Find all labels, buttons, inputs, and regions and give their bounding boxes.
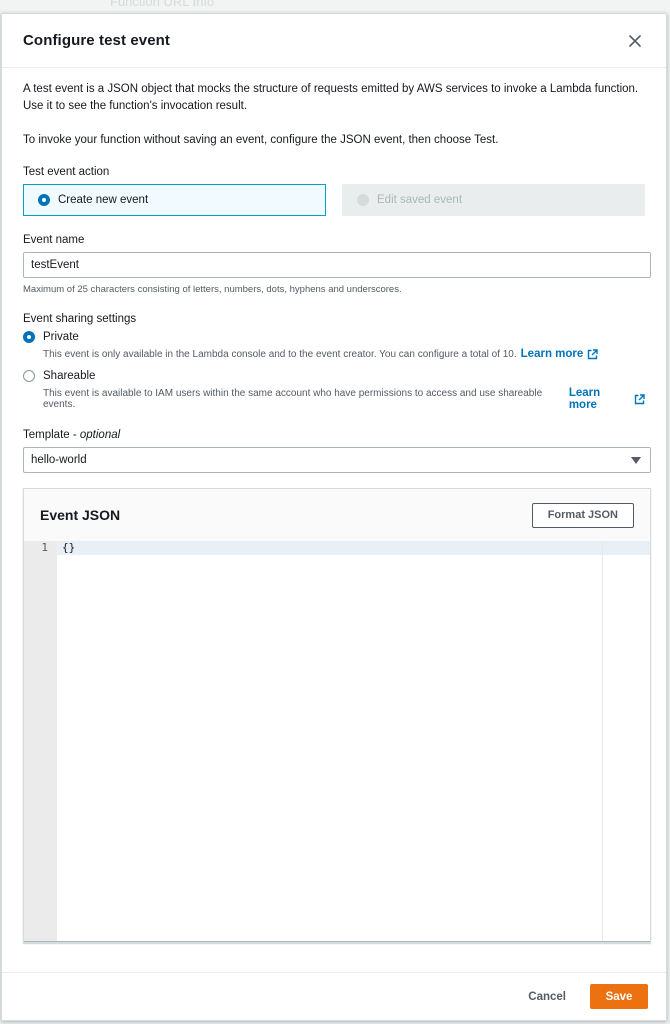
modal-instruction: To invoke your function without saving a… [23,134,499,146]
shareable-label: Shareable [43,370,96,382]
edit-saved-event-tile: Edit saved event [342,184,645,216]
radio-unselected-icon [23,370,35,382]
event-json-panel: Event JSON Format JSON 1 {} [23,488,651,943]
configure-test-event-modal: Configure test event A test event is a J… [1,13,667,1021]
template-label-text: Template - [23,429,80,441]
external-link-icon[interactable] [634,393,645,405]
event-name-input[interactable]: testEvent [23,252,651,278]
line-number: 1 [41,541,48,554]
close-button[interactable] [624,30,646,52]
radio-selected-icon [23,331,35,343]
template-optional-text: optional [79,429,121,441]
event-sharing-label: Event sharing settings [23,313,137,325]
shareable-learn-more-link[interactable]: Learn more [569,387,630,411]
template-label: Template - optional [23,429,645,441]
event-name-value: testEvent [31,259,79,271]
close-icon [629,34,641,47]
edit-saved-event-label: Edit saved event [377,194,463,206]
json-code-editor[interactable]: 1 {} [24,541,650,942]
private-description: This event is only available in the Lamb… [43,348,645,360]
shareable-description: This event is available to IAM users wit… [43,387,645,411]
code-line[interactable]: {} [62,541,75,555]
active-line-highlight [57,541,650,555]
external-link-icon[interactable] [587,348,598,360]
event-name-hint: Maximum of 25 characters consisting of l… [23,284,402,295]
create-new-event-tile[interactable]: Create new event [23,184,326,216]
event-name-label: Event name [23,234,85,246]
save-button[interactable]: Save [590,984,648,1009]
print-margin [602,541,603,941]
shareable-radio[interactable]: Shareable [23,370,645,382]
shareable-description-text: This event is available to IAM users wit… [43,388,543,410]
create-new-event-label: Create new event [58,194,149,206]
modal-title: Configure test event [23,32,171,49]
private-learn-more-link[interactable]: Learn more [521,348,584,360]
backdrop-text: Function URL Info [110,0,215,9]
cancel-button[interactable]: Cancel [528,991,566,1003]
radio-disabled-icon [357,194,369,206]
private-radio[interactable]: Private [23,331,645,343]
modal-footer: Cancel Save [2,972,666,1020]
modal-description: A test event is a JSON object that mocks… [23,83,639,112]
private-label: Private [43,331,79,343]
template-value: hello-world [31,454,87,466]
modal-header: Configure test event [2,14,666,68]
format-json-button[interactable]: Format JSON [531,502,634,528]
private-description-text: This event is only available in the Lamb… [43,348,517,360]
template-select[interactable]: hello-world [23,447,651,473]
event-json-header: Event JSON Format JSON [24,489,650,541]
event-json-title: Event JSON [40,507,121,523]
test-event-action-label: Test event action [23,166,110,178]
caret-down-icon [631,456,641,464]
radio-selected-icon [38,194,50,206]
test-event-action-tiles: Create new event Edit saved event [23,184,645,216]
line-number-gutter [24,541,57,941]
modal-body: A test event is a JSON object that mocks… [2,68,666,943]
